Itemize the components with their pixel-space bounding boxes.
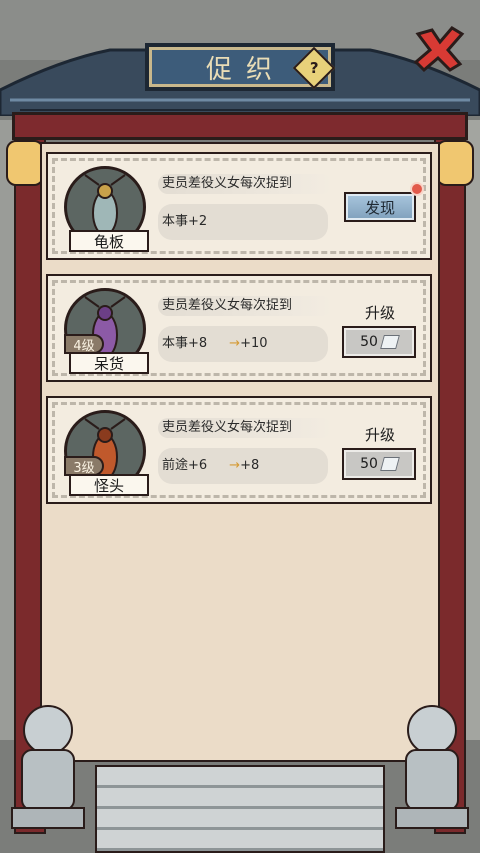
lantern-right-icon: [436, 140, 474, 186]
cricket-description: 吏员差役义女每次捉到: [158, 418, 332, 438]
cricket-card-3: 3级 怪头 吏员差役义女每次捉到 前途+6 →+8 升级 50: [46, 396, 432, 504]
stat-label: 本事+2: [162, 214, 208, 229]
upgrade-cost: 50: [360, 456, 378, 472]
stone-lion-left: [11, 705, 85, 829]
page-title: 促织: [205, 54, 286, 85]
cricket-name: 怪头: [69, 474, 149, 496]
cricket-name: 龟板: [69, 230, 149, 252]
cricket-card-2: 4级 呆货 吏员差役义女每次捉到 本事+8 →+10 升级 50: [46, 274, 432, 382]
gem-icon: [380, 335, 400, 349]
cricket-stat: 本事+2: [158, 204, 328, 240]
cricket-level: 3级: [64, 456, 104, 476]
cricket-list-panel: 龟板 吏员差役义女每次捉到 本事+2 发现 4级 呆货 吏员差役义女每次捉到 本…: [40, 142, 440, 762]
discover-button[interactable]: 发现: [344, 192, 416, 222]
help-icon[interactable]: ?: [292, 46, 336, 90]
notification-dot: [410, 182, 424, 196]
title-plaque: 促织 ?: [145, 43, 336, 91]
cricket-description: 吏员差役义女每次捉到: [158, 174, 332, 194]
gate-beam: [12, 112, 468, 140]
upgrade-label: 升级: [364, 426, 395, 444]
stat-next: +10: [240, 336, 268, 351]
stat-next: +8: [240, 458, 260, 473]
gem-icon: [380, 457, 400, 471]
upgrade-cost: 50: [360, 334, 378, 350]
cricket-card-1: 龟板 吏员差役义女每次捉到 本事+2 发现: [46, 152, 432, 260]
cricket-stat: 前途+6 →+8: [158, 448, 328, 484]
stone-lion-right: [395, 705, 469, 829]
cricket-description: 吏员差役义女每次捉到: [158, 296, 332, 316]
stone-steps: [95, 765, 385, 853]
cricket-name: 呆货: [69, 352, 149, 374]
upgrade-label: 升级: [364, 304, 395, 322]
stat-label: 本事+8: [162, 336, 208, 351]
stat-label: 前途+6: [162, 458, 208, 473]
upgrade-button[interactable]: 50: [342, 448, 416, 480]
arrow-icon: →: [229, 458, 241, 473]
arrow-icon: →: [229, 336, 241, 351]
close-x-icon[interactable]: [410, 20, 466, 76]
upgrade-button[interactable]: 50: [342, 326, 416, 358]
help-label: ?: [309, 58, 319, 77]
cricket-level: 4级: [64, 334, 104, 354]
lantern-left-icon: [6, 140, 44, 186]
cricket-stat: 本事+8 →+10: [158, 326, 328, 362]
